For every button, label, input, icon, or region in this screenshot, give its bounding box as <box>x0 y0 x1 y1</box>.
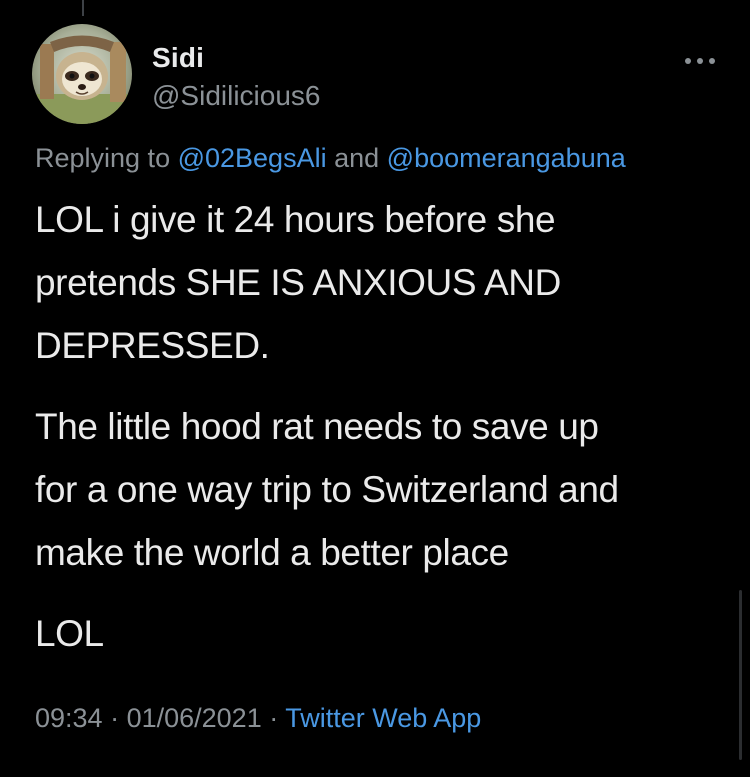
more-horizontal-icon <box>685 58 715 64</box>
tweet-metadata: 09:34 · 01/06/2021 · Twitter Web App <box>35 703 481 734</box>
tweet-paragraph: LOL <box>35 602 725 665</box>
replying-to-line: Replying to @02BegsAli and @boomerangabu… <box>35 143 626 174</box>
sloth-avatar-image <box>32 24 132 124</box>
meta-separator: · <box>102 703 127 733</box>
tweet-paragraph: LOL i give it 24 hours before she preten… <box>35 188 725 377</box>
tweet-paragraph: The little hood rat needs to save up for… <box>35 395 725 584</box>
tweet-line: The little hood rat needs to save up <box>35 406 599 447</box>
avatar[interactable] <box>32 24 132 124</box>
replying-to-label: Replying to <box>35 143 178 173</box>
tweet-line: LOL <box>35 613 104 654</box>
tweet-line: for a one way trip to Switzerland and <box>35 469 619 510</box>
tweet-line: make the world a better place <box>35 532 509 573</box>
meta-separator: · <box>261 703 286 733</box>
tweet-line: LOL i give it 24 hours before she <box>35 199 556 240</box>
tweet-source-link[interactable]: Twitter Web App <box>285 703 481 733</box>
tweet-time[interactable]: 09:34 <box>35 703 103 733</box>
reply-mention-link[interactable]: @boomerangabuna <box>387 143 626 173</box>
reply-joiner: and <box>326 143 387 173</box>
display-name[interactable]: Sidi <box>152 42 204 74</box>
scrollbar[interactable] <box>739 590 742 760</box>
user-handle[interactable]: @Sidilicious6 <box>152 80 321 112</box>
more-options-button[interactable] <box>680 50 720 72</box>
tweet-date[interactable]: 01/06/2021 <box>127 703 262 733</box>
thread-connector-line <box>82 0 84 16</box>
tweet-body: LOL i give it 24 hours before she preten… <box>35 188 725 665</box>
tweet-line: DEPRESSED. <box>35 325 270 366</box>
reply-mention-link[interactable]: @02BegsAli <box>178 143 327 173</box>
tweet-line: pretends SHE IS ANXIOUS AND <box>35 262 561 303</box>
